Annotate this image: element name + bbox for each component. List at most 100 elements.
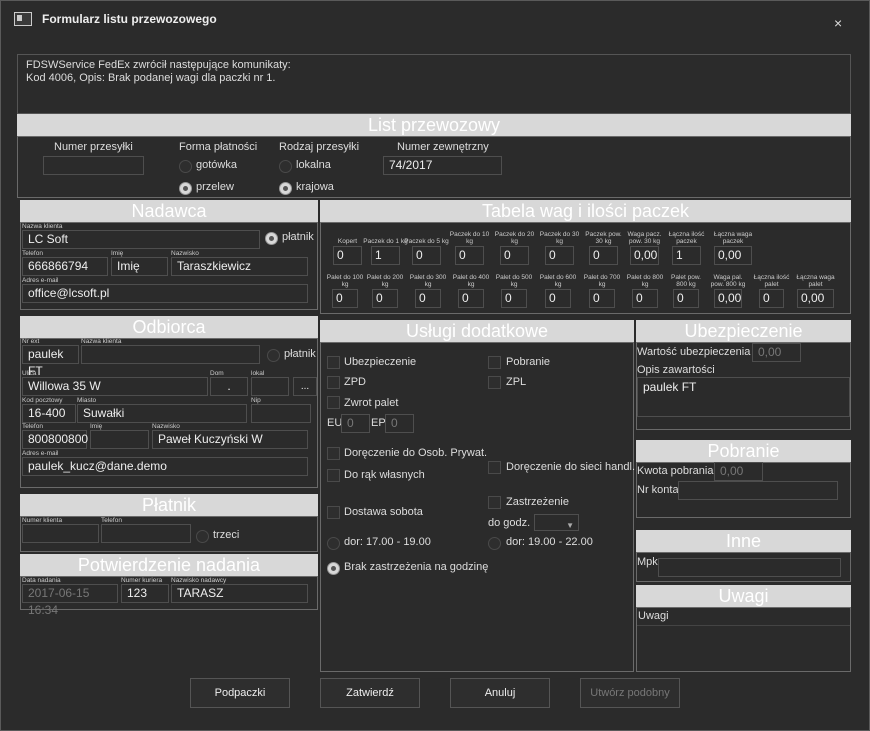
do-godz-select[interactable]: ▼: [534, 514, 579, 531]
palety-cell-input[interactable]: 0: [632, 289, 658, 308]
paczki-cell-input[interactable]: 0: [333, 246, 362, 265]
ep-input[interactable]: 0: [385, 414, 414, 433]
palety-cell-input[interactable]: 0: [372, 289, 398, 308]
paczki-cell-input[interactable]: 1: [371, 246, 400, 265]
eu-input[interactable]: 0: [341, 414, 370, 433]
window-title: Formularz listu przewozowego: [14, 12, 217, 26]
palety-cell-input[interactable]: 0: [415, 289, 441, 308]
doreczenie-osob-checkbox[interactable]: [327, 447, 340, 460]
nadawca-imie-input[interactable]: Imię: [111, 257, 168, 276]
do-rak-checkbox[interactable]: [327, 469, 340, 482]
zpd-checkbox[interactable]: [327, 376, 340, 389]
zpl-checkbox[interactable]: [488, 376, 501, 389]
paczki-cell-input[interactable]: 0: [412, 246, 441, 265]
nr-konta-input[interactable]: [678, 481, 838, 500]
odbiorca-lokal-input[interactable]: [251, 377, 289, 396]
palety-cell-label: Palet do 800 kg: [626, 274, 664, 288]
paczki-cell-input[interactable]: 0: [500, 246, 529, 265]
palety-cell-input[interactable]: 0: [501, 289, 527, 308]
platnik-tel-input[interactable]: [101, 524, 191, 543]
odbiorca-tel-input[interactable]: 800800800: [22, 430, 88, 449]
dor-1900-radio[interactable]: [488, 537, 501, 550]
palety-cell-input[interactable]: 0: [759, 289, 784, 308]
palety-cell-input[interactable]: 0: [545, 289, 571, 308]
numer-kuriera-input[interactable]: 123: [121, 584, 169, 603]
odbiorca-kod-input[interactable]: 16-400: [22, 404, 76, 423]
close-icon[interactable]: ×: [834, 15, 842, 31]
paczki-cell-input[interactable]: 0: [589, 246, 618, 265]
nadawca-nazwa-input[interactable]: LC Soft: [22, 230, 260, 249]
odbiorca-dom-input[interactable]: .: [210, 377, 248, 396]
numer-kuriera-label: Numer kuriera: [121, 577, 163, 584]
brak-zastrzezenia-radio[interactable]: [327, 562, 340, 575]
odbiorca-address-more-button[interactable]: ...: [293, 377, 317, 396]
odbiorca-ulica-input[interactable]: Willowa 35 W: [22, 377, 208, 396]
mpk-input[interactable]: [658, 558, 841, 577]
chevron-down-icon: ▼: [566, 521, 574, 530]
palety-cell-input[interactable]: 0,00: [714, 289, 742, 308]
palety-cell-input[interactable]: 0: [458, 289, 484, 308]
numer-zewnetrzny-input[interactable]: 74/2017: [383, 156, 502, 175]
palety-cell-label: Palet do 100 kg: [326, 274, 364, 288]
platnik-numer-input[interactable]: [22, 524, 99, 543]
gotowka-label: gotówka: [196, 159, 237, 171]
palety-cell-label: Palet do 700 kg: [583, 274, 621, 288]
palety-cell-input[interactable]: 0: [673, 289, 699, 308]
doreczenie-sieci-checkbox[interactable]: [488, 461, 501, 474]
message-box: FDSWService FedEx zwrócił następujące ko…: [17, 54, 851, 114]
odbiorca-nazwa-input[interactable]: [81, 345, 260, 364]
tabela-header: Tabela wag i ilości paczek: [320, 200, 851, 222]
nadawca-nazwa-label: Nazwa klienta: [22, 223, 63, 230]
paczki-cell-input[interactable]: 0: [455, 246, 484, 265]
utworz-podobny-button[interactable]: Utwórz podobny: [580, 678, 680, 708]
trzeci-radio[interactable]: [196, 530, 209, 543]
opis-zawartosci-input[interactable]: paulek FT: [637, 377, 850, 417]
ubezpieczenie-checkbox[interactable]: [327, 356, 340, 369]
krajowa-radio[interactable]: [279, 182, 292, 195]
kwota-pobrania-input[interactable]: 0,00: [714, 462, 763, 481]
gotowka-radio[interactable]: [179, 160, 192, 173]
nadawca-platnik-label: płatnik: [282, 231, 314, 243]
przelew-radio[interactable]: [179, 182, 192, 195]
nadawca-platnik-radio[interactable]: [265, 232, 278, 245]
nadawca-nazwisko-input[interactable]: Taraszkiewicz: [171, 257, 308, 276]
nadawca-tel-input[interactable]: 666866794: [22, 257, 108, 276]
pobranie-header: Pobranie: [636, 440, 851, 462]
odbiorca-tel-label: Telefon: [22, 423, 43, 430]
odbiorca-imie-input[interactable]: [90, 430, 149, 449]
odbiorca-nrext-input[interactable]: paulek FT: [22, 345, 79, 378]
odbiorca-email-input[interactable]: paulek_kucz@dane.demo: [22, 457, 308, 476]
paczki-cell-label: Łączna waga paczek: [713, 231, 753, 245]
odbiorca-nazwisko-input[interactable]: Paweł Kuczyński W: [152, 430, 308, 449]
paczki-cell-input[interactable]: 0,00: [714, 246, 752, 265]
sobota-checkbox[interactable]: [327, 506, 340, 519]
zastrzezenie-checkbox[interactable]: [488, 496, 501, 509]
pobranie-checkbox[interactable]: [488, 356, 501, 369]
uwagi-textarea[interactable]: [637, 625, 850, 671]
anuluj-button[interactable]: Anuluj: [450, 678, 550, 708]
numer-zewnetrzny-label: Numer zewnętrzny: [397, 141, 489, 153]
palety-cell-input[interactable]: 0: [332, 289, 358, 308]
odbiorca-platnik-radio[interactable]: [267, 349, 280, 362]
nadawca-nazwisko-label: Nazwisko: [171, 250, 199, 257]
nadawca-email-input[interactable]: office@lcsoft.pl: [22, 284, 308, 303]
data-nadania-input[interactable]: 2017-06-15 16:34: [22, 584, 118, 617]
podpaczki-button[interactable]: Podpaczki: [190, 678, 290, 708]
palety-cell-input[interactable]: 0: [589, 289, 615, 308]
paczki-cell-input[interactable]: 0: [545, 246, 574, 265]
dor-1700-radio[interactable]: [327, 537, 340, 550]
odbiorca-nip-input[interactable]: [251, 404, 311, 423]
palety-cell-input[interactable]: 0,00: [797, 289, 834, 308]
wartosc-ubezpieczenia-input[interactable]: 0,00: [752, 343, 801, 362]
zwrot-palet-checkbox[interactable]: [327, 396, 340, 409]
zatwierdz-button[interactable]: Zatwierdź: [320, 678, 420, 708]
paczki-cell-input[interactable]: 0,00: [630, 246, 659, 265]
zwrot-palet-label: Zwrot palet: [344, 397, 399, 409]
nazwisko-nadawcy-input[interactable]: TARASZ: [171, 584, 308, 603]
numer-przesylki-input[interactable]: [43, 156, 144, 175]
lokalna-radio[interactable]: [279, 160, 292, 173]
odbiorca-miasto-input[interactable]: Suwałki: [77, 404, 247, 423]
paczki-cell-label: Paczek do 5 kg: [404, 238, 449, 245]
paczki-cell-label: Paczek do 20 kg: [494, 231, 535, 245]
paczki-cell-input[interactable]: 1: [672, 246, 701, 265]
